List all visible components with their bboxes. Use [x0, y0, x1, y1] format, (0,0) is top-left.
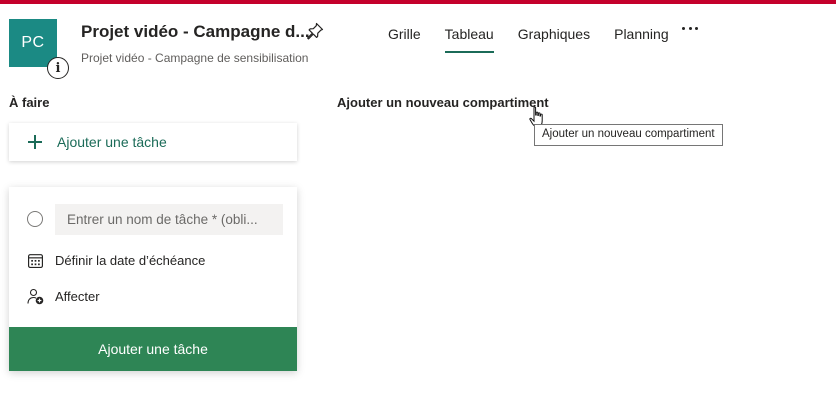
set-due-date-option[interactable]: Définir la date d’échéance: [27, 252, 205, 269]
plan-subtitle: Projet vidéo - Campagne de sensibilisati…: [81, 51, 309, 65]
tab-planning[interactable]: Planning: [614, 26, 669, 52]
tooltip: Ajouter un nouveau compartiment: [534, 124, 723, 146]
tab-grille[interactable]: Grille: [388, 26, 421, 52]
new-task-form: Définir la date d’échéance Affecter Ajou…: [9, 187, 297, 371]
add-task-button[interactable]: Ajouter une tâche: [9, 123, 297, 161]
submit-task-button[interactable]: Ajouter une tâche: [9, 327, 297, 371]
plus-icon: [28, 135, 42, 149]
avatar-initials: PC: [21, 34, 45, 51]
pin-icon[interactable]: [305, 21, 325, 41]
view-tabs: Grille Tableau Graphiques Planning: [388, 26, 669, 53]
plan-title: Projet vidéo - Campagne d...: [81, 22, 310, 41]
add-person-icon: [27, 288, 44, 305]
bucket-title: À faire: [9, 95, 50, 110]
assign-option[interactable]: Affecter: [27, 288, 100, 305]
add-bucket-button[interactable]: Ajouter un nouveau compartiment: [337, 95, 549, 110]
info-icon[interactable]: i: [47, 57, 69, 79]
assign-label: Affecter: [55, 289, 100, 304]
task-name-input[interactable]: [55, 204, 283, 235]
add-task-label: Ajouter une tâche: [57, 134, 167, 150]
task-complete-radio[interactable]: [27, 211, 43, 227]
tab-graphiques[interactable]: Graphiques: [518, 26, 590, 52]
tab-tableau[interactable]: Tableau: [444, 26, 494, 53]
calendar-icon: [28, 254, 43, 268]
due-date-label: Définir la date d’échéance: [55, 253, 206, 268]
more-horizontal-icon[interactable]: [682, 23, 698, 33]
top-accent-bar: [0, 0, 836, 4]
